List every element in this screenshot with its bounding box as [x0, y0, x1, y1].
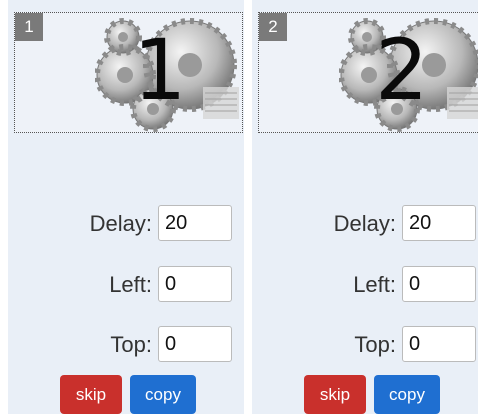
frame-thumbnail-1[interactable]: 1 1 [14, 12, 243, 133]
top-input[interactable] [158, 326, 232, 362]
delay-row: Delay: [8, 205, 234, 243]
left-input[interactable] [158, 266, 232, 302]
frame-panel-1: 1 1 Delay: 20 Left: 0 Top: 0 skip copy [8, 0, 244, 414]
left-label: Left: [109, 272, 152, 297]
frame-digit-label: 1 [133, 21, 187, 119]
top-row: Top: [8, 326, 234, 364]
top-label: Top: [110, 332, 152, 357]
delay-label: Delay: [333, 211, 396, 236]
left-label: Left: [353, 272, 396, 297]
frame-number-badge: 1 [15, 13, 43, 41]
left-row: Left: [8, 266, 234, 304]
frame-panel-2: 2 2 Delay: 20 Left: 0 Top: 0 skip copy [252, 0, 478, 414]
top-row: Top: [252, 326, 478, 364]
frame-digit-label: 2 [375, 21, 429, 119]
skip-button[interactable]: skip [304, 375, 366, 414]
frame-number-badge: 2 [259, 13, 287, 41]
copy-button[interactable]: copy [130, 375, 196, 414]
left-input[interactable] [402, 266, 476, 302]
left-row: Left: [252, 266, 478, 304]
top-input[interactable] [402, 326, 476, 362]
skip-button[interactable]: skip [60, 375, 122, 414]
delay-row: Delay: [252, 205, 478, 243]
copy-button[interactable]: copy [374, 375, 440, 414]
top-label: Top: [354, 332, 396, 357]
frames-container: 1 1 Delay: 20 Left: 0 Top: 0 skip copy 2… [0, 0, 478, 414]
frame-thumbnail-2[interactable]: 2 2 [258, 12, 478, 133]
delay-input[interactable] [158, 205, 232, 241]
delay-label: Delay: [89, 211, 152, 236]
delay-input[interactable] [402, 205, 476, 241]
